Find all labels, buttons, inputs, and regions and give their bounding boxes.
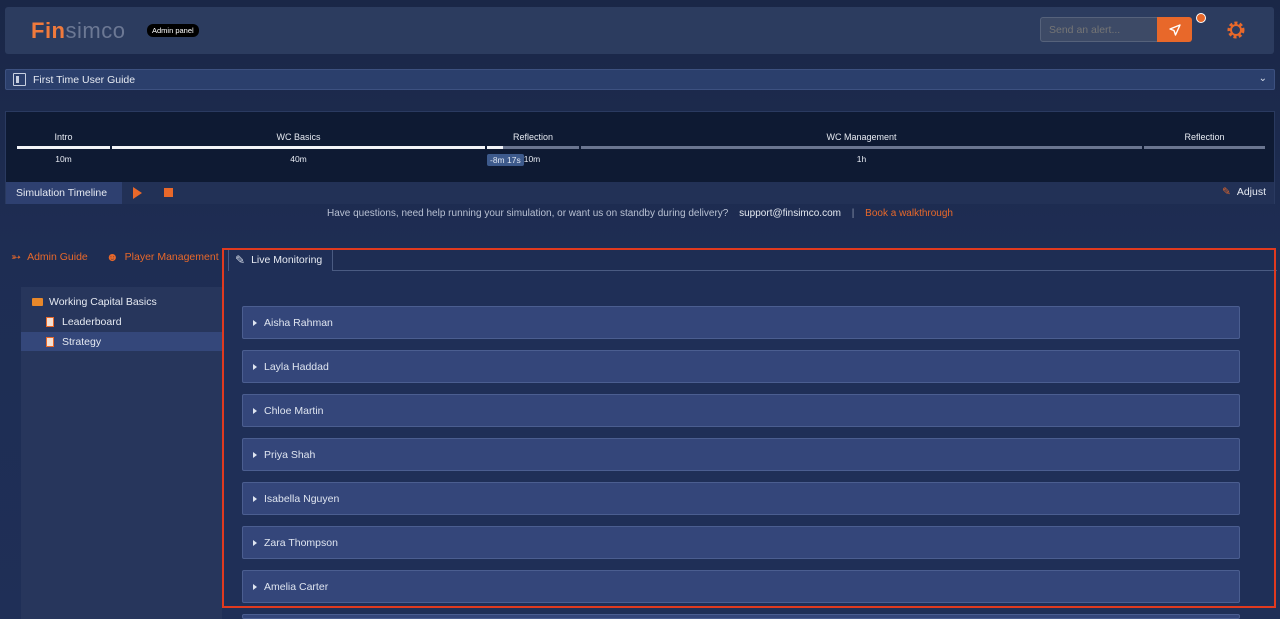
segment-bar: [1144, 146, 1265, 149]
caret-right-icon: [253, 319, 257, 326]
content-tree: Working Capital Basics Leaderboard Strat…: [21, 287, 222, 619]
segment-duration: 10m: [55, 154, 72, 164]
chevron-down-icon[interactable]: ⌄: [1259, 73, 1267, 84]
tree-item-label: Strategy: [62, 335, 102, 348]
player-accordion[interactable]: Chloe Martin: [242, 394, 1240, 427]
segment-label: WC Management: [826, 132, 897, 142]
player-name: Amelia Carter: [264, 580, 329, 593]
admin-panel-badge: Admin panel: [147, 24, 199, 37]
folder-icon: [32, 297, 43, 306]
player-name: Zara Thompson: [264, 536, 338, 549]
pencil-icon: ✎: [1222, 186, 1231, 198]
admin-page: Finsimco Admin panel First Time User Gui…: [0, 0, 1280, 619]
help-separator: |: [851, 208, 855, 219]
segment-bar-progress: [487, 146, 503, 149]
segment-duration: 1h: [856, 154, 867, 164]
support-email[interactable]: support@finsimco.com: [739, 208, 841, 219]
tab-admin-guide[interactable]: ➳ Admin Guide: [11, 250, 88, 264]
guide-title: First Time User Guide: [33, 74, 136, 86]
signpost-icon: ➳: [11, 250, 22, 264]
page-icon: [46, 336, 54, 347]
send-alert-button[interactable]: [1157, 17, 1192, 42]
tree-item-label: Leaderboard: [62, 315, 122, 328]
help-line: Have questions, need help running your s…: [0, 208, 1280, 219]
logo: Finsimco: [31, 18, 125, 44]
segment-bar: [581, 146, 1142, 149]
stop-icon[interactable]: [164, 188, 173, 197]
caret-right-icon: [253, 583, 257, 590]
tab-label: Live Monitoring: [251, 254, 323, 266]
book-walkthrough-link[interactable]: Book a walkthrough: [865, 208, 953, 219]
tab-label: Player Management: [124, 251, 219, 263]
segment-bar: [17, 146, 110, 149]
player-accordion[interactable]: Layla Haddad: [242, 350, 1240, 383]
player-accordion[interactable]: Zara Thompson: [242, 526, 1240, 559]
caret-right-icon: [253, 495, 257, 502]
adjust-button[interactable]: ✎ Adjust: [1222, 186, 1266, 198]
user-circle-icon: ☻: [106, 250, 119, 264]
first-time-user-guide-bar[interactable]: First Time User Guide ⌄: [5, 69, 1275, 90]
caret-right-icon: [253, 363, 257, 370]
tree-item-strategy[interactable]: Strategy: [21, 332, 222, 351]
segment-duration: 10m: [523, 154, 541, 164]
gear-icon[interactable]: [1224, 18, 1248, 42]
tab-label: Admin Guide: [27, 251, 88, 263]
caret-right-icon: [253, 539, 257, 546]
player-name: Chloe Martin: [264, 404, 324, 417]
segment-label: WC Basics: [276, 132, 321, 142]
segment-label: Reflection: [1184, 132, 1225, 142]
simulation-timeline: Intro 10m WC Basics 40m Reflection -8m 1…: [5, 111, 1275, 204]
player-accordion[interactable]: Isabella Nguyen: [242, 482, 1240, 515]
logo-simco: simco: [65, 18, 126, 43]
alert-input[interactable]: [1040, 17, 1158, 42]
help-text: Have questions, need help running your s…: [326, 208, 729, 219]
tab-live-monitoring[interactable]: ✎ Live Monitoring: [228, 248, 333, 271]
adjust-label: Adjust: [1236, 186, 1266, 198]
send-icon: [1168, 23, 1181, 36]
overrun-badge: -8m 17s: [487, 154, 524, 166]
timeline-controls: Simulation Timeline ✎ Adjust: [6, 182, 1274, 204]
player-name: Priya Shah: [264, 448, 316, 461]
player-accordion[interactable]: Priya Shah: [242, 438, 1240, 471]
player-accordion[interactable]: Amelia Carter: [242, 570, 1240, 603]
play-icon[interactable]: [133, 187, 142, 199]
monitor-pen-icon: ✎: [235, 253, 246, 267]
top-bar: Finsimco Admin panel: [5, 7, 1274, 54]
segment-label: Intro: [54, 132, 73, 142]
timeline-label: Simulation Timeline: [6, 182, 122, 204]
segment-bar: [503, 146, 579, 149]
page-icon: [46, 316, 54, 327]
guide-doc-icon: [13, 73, 26, 86]
player-name: Isabella Nguyen: [264, 492, 340, 505]
segment-bar: [112, 146, 485, 149]
tab-player-management[interactable]: ☻ Player Management: [106, 250, 219, 264]
caret-right-icon: [253, 451, 257, 458]
player-accordion-partial[interactable]: [242, 614, 1240, 619]
segment-duration: 40m: [290, 154, 307, 164]
player-name: Layla Haddad: [264, 360, 329, 373]
segment-label: Reflection: [512, 132, 554, 142]
notification-dot-icon[interactable]: [1196, 13, 1206, 23]
logo-fin: Fin: [31, 18, 66, 43]
player-accordion[interactable]: Aisha Rahman: [242, 306, 1240, 339]
caret-right-icon: [253, 407, 257, 414]
tree-folder-label: Working Capital Basics: [49, 295, 157, 308]
tree-folder[interactable]: Working Capital Basics: [21, 292, 222, 311]
player-name: Aisha Rahman: [264, 316, 333, 329]
tree-item-leaderboard[interactable]: Leaderboard: [21, 312, 222, 331]
